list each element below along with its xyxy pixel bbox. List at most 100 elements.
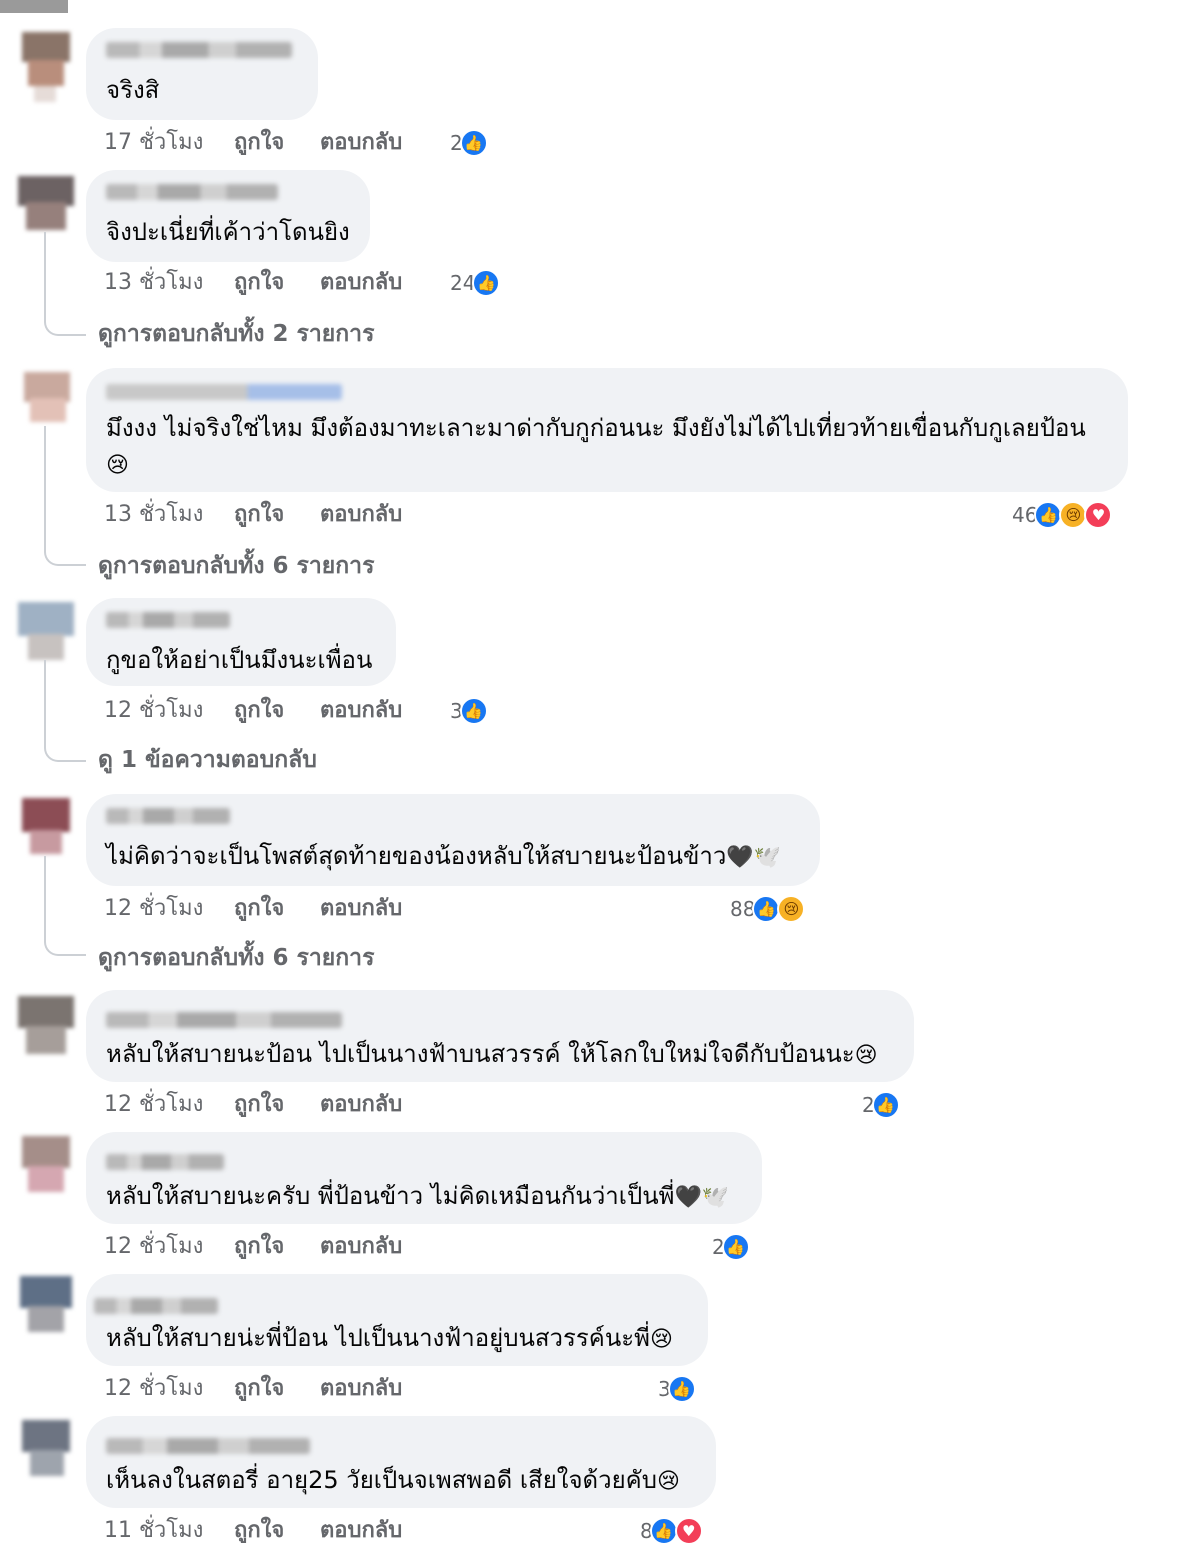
comment-text-body: หลับให้สบายน่ะพี่ป้อน ไปเป็นนางฟ้าอยู่บน…: [106, 1324, 650, 1352]
reaction-summary[interactable]: 2 👍: [862, 1088, 900, 1122]
comment-text: ไม่คิดว่าจะเป็นโพสต์สุดท้ายของน้องหลับให…: [106, 838, 781, 876]
like-button[interactable]: ถูกใจ: [234, 1088, 284, 1122]
commenter-name-blurred[interactable]: [106, 384, 342, 400]
sad-emoji: 😢: [854, 1043, 878, 1068]
comment-bubble: หลับให้สบายน่ะพี่ป้อน ไปเป็นนางฟ้าอยู่บน…: [86, 1274, 708, 1366]
like-icon: 👍: [459, 697, 488, 725]
avatar[interactable]: [18, 994, 74, 1066]
reply-button[interactable]: ตอบกลับ: [320, 498, 402, 532]
comment-text-body: เห็นลงในสตอรี่ อายุ25 วัยเป็นจเพสพอดี เส…: [106, 1466, 657, 1494]
view-replies-link[interactable]: ดูการตอบกลับทั้ง 6 รายการ: [98, 548, 374, 584]
reply-button[interactable]: ตอบกลับ: [320, 1230, 402, 1264]
comment-bubble: ไม่คิดว่าจะเป็นโพสต์สุดท้ายของน้องหลับให…: [86, 794, 820, 886]
reaction-summary[interactable]: 2 👍: [712, 1230, 750, 1264]
comment-text: หลับให้สบายน่ะพี่ป้อน ไปเป็นนางฟ้าอยู่บน…: [106, 1320, 673, 1358]
comment-time[interactable]: 11 ชั่วโมง: [104, 1514, 203, 1548]
comment-text-body: หลับให้สบายนะครับ พี่ป้อนข้าว ไม่คิดเหมื…: [106, 1182, 675, 1210]
reply-button[interactable]: ตอบกลับ: [320, 892, 402, 926]
comment-bubble: เห็นลงในสตอรี่ อายุ25 วัยเป็นจเพสพอดี เส…: [86, 1416, 716, 1508]
like-button[interactable]: ถูกใจ: [234, 498, 284, 532]
comment-text: จิงปะเนี่ยที่เค้าว่าโดนยิง: [106, 218, 350, 246]
reaction-summary[interactable]: 3 👍: [450, 694, 488, 728]
like-icon: 👍: [871, 1091, 900, 1119]
commenter-name-blurred[interactable]: [106, 612, 230, 628]
reply-button[interactable]: ตอบกลับ: [320, 694, 402, 728]
like-icon: 👍: [721, 1233, 750, 1261]
comment-time[interactable]: 12 ชั่วโมง: [104, 1372, 203, 1406]
commenter-name-blurred[interactable]: [106, 184, 278, 200]
comment-text: หลับให้สบายนะป้อน ไปเป็นนางฟ้าบนสวรรค์ ใ…: [106, 1036, 878, 1074]
comment-time[interactable]: 12 ชั่วโมง: [104, 694, 203, 728]
comment-text: จริงสิ: [106, 76, 160, 104]
sad-emoji: 😢: [649, 1327, 673, 1352]
like-icon: 👍: [472, 269, 501, 297]
reply-button[interactable]: ตอบกลับ: [320, 126, 402, 160]
comment-time[interactable]: 12 ชั่วโมง: [104, 892, 203, 926]
avatar[interactable]: [18, 1274, 74, 1346]
reaction-summary[interactable]: 8 👍 ♥: [640, 1514, 703, 1548]
comment-text: กูขอให้อย่าเป็นมึงนะเพื่อน: [106, 646, 373, 674]
reply-button[interactable]: ตอบกลับ: [320, 1088, 402, 1122]
reaction-summary[interactable]: 46 👍 😢 ♥: [1012, 498, 1113, 532]
reaction-summary[interactable]: 88 👍 😢: [730, 892, 806, 926]
like-button[interactable]: ถูกใจ: [234, 1230, 284, 1264]
commenter-name-blurred[interactable]: [94, 1298, 218, 1314]
like-button[interactable]: ถูกใจ: [234, 694, 284, 728]
commenter-name-blurred[interactable]: [106, 1154, 224, 1170]
comment-text-body: ไม่คิดว่าจะเป็นโพสต์สุดท้ายของน้องหลับให…: [106, 842, 727, 870]
like-button[interactable]: ถูกใจ: [234, 266, 284, 300]
comment-bubble: หลับให้สบายนะครับ พี่ป้อนข้าว ไม่คิดเหมื…: [86, 1132, 762, 1224]
reply-button[interactable]: ตอบกลับ: [320, 1514, 402, 1548]
comment-text-body: มึงงง ไม่จริงใช่ไหม มึงต้องมาทะเลาะมาด่า…: [106, 414, 1086, 442]
reply-button[interactable]: ตอบกลับ: [320, 266, 402, 300]
like-icon: 👍: [459, 129, 488, 157]
like-icon: 👍: [1034, 501, 1063, 529]
comment-time[interactable]: 13 ชั่วโมง: [104, 266, 203, 300]
reaction-summary[interactable]: 3 👍: [658, 1372, 696, 1406]
sad-icon: 😢: [1059, 501, 1088, 529]
avatar[interactable]: [18, 1418, 74, 1490]
previous-content-edge: [0, 0, 68, 13]
view-replies-link[interactable]: ดู 1 ข้อความตอบกลับ: [98, 742, 317, 778]
commenter-name-blurred[interactable]: [106, 1438, 310, 1454]
heart-dove-emoji: 🖤🕊️: [726, 845, 782, 870]
comment-time[interactable]: 12 ชั่วโมง: [104, 1088, 203, 1122]
comment-text: เห็นลงในสตอรี่ อายุ25 วัยเป็นจเพสพอดี เส…: [106, 1462, 680, 1500]
love-icon: ♥: [674, 1517, 703, 1545]
like-icon: 👍: [649, 1517, 678, 1545]
comment-bubble: จริงสิ: [86, 28, 318, 120]
view-replies-link[interactable]: ดูการตอบกลับทั้ง 6 รายการ: [98, 940, 374, 976]
comment-text: มึงงง ไม่จริงใช่ไหม มึงต้องมาทะเลาะมาด่า…: [106, 410, 1106, 484]
commenter-name-blurred[interactable]: [106, 1012, 342, 1028]
like-button[interactable]: ถูกใจ: [234, 892, 284, 926]
like-button[interactable]: ถูกใจ: [234, 126, 284, 160]
thread-connector: [44, 856, 86, 956]
comment-text-body: หลับให้สบายนะป้อน ไปเป็นนางฟ้าบนสวรรค์ ใ…: [106, 1040, 855, 1068]
comment-bubble: มึงงง ไม่จริงใช่ไหม มึงต้องมาทะเลาะมาด่า…: [86, 368, 1128, 492]
love-icon: ♥: [1084, 501, 1113, 529]
comment-time[interactable]: 17 ชั่วโมง: [104, 126, 203, 160]
commenter-name-blurred[interactable]: [106, 42, 292, 58]
comment-bubble: จิงปะเนี่ยที่เค้าว่าโดนยิง: [86, 170, 370, 262]
thread-connector: [44, 426, 86, 566]
reaction-summary[interactable]: 24 👍: [450, 266, 501, 300]
comment-bubble: กูขอให้อย่าเป็นมึงนะเพื่อน: [86, 598, 396, 686]
like-button[interactable]: ถูกใจ: [234, 1372, 284, 1406]
heart-dove-emoji: 🖤🕊️: [674, 1185, 730, 1210]
reply-button[interactable]: ตอบกลับ: [320, 1372, 402, 1406]
reaction-summary[interactable]: 2 👍: [450, 126, 488, 160]
thread-connector: [44, 660, 86, 762]
like-icon: 👍: [667, 1375, 696, 1403]
commenter-name-blurred[interactable]: [106, 808, 230, 824]
comment-text: หลับให้สบายนะครับ พี่ป้อนข้าว ไม่คิดเหมื…: [106, 1178, 729, 1216]
avatar[interactable]: [18, 1134, 74, 1206]
view-replies-link[interactable]: ดูการตอบกลับทั้ง 2 รายการ: [98, 316, 374, 352]
comment-time[interactable]: 12 ชั่วโมง: [104, 1230, 203, 1264]
like-button[interactable]: ถูกใจ: [234, 1514, 284, 1548]
comment-time[interactable]: 13 ชั่วโมง: [104, 498, 203, 532]
avatar[interactable]: [18, 30, 74, 102]
comment-bubble: หลับให้สบายนะป้อน ไปเป็นนางฟ้าบนสวรรค์ ใ…: [86, 990, 914, 1082]
sad-icon: 😢: [777, 895, 806, 923]
thread-connector: [44, 232, 86, 336]
sad-emoji: 😢: [106, 453, 129, 478]
